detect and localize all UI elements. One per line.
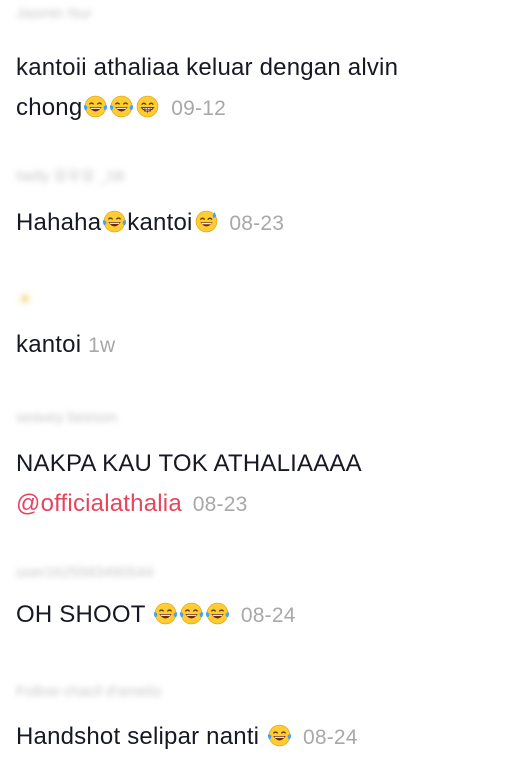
comment-timestamp: 08-24 bbox=[240, 604, 296, 627]
comment-timestamp: 08-24 bbox=[302, 726, 358, 749]
tears-of-joy-emoji-icon bbox=[83, 92, 108, 132]
tears-of-joy-emoji-icon bbox=[109, 92, 134, 132]
comment-username[interactable]: Nelly 유우유 _08 bbox=[16, 167, 496, 187]
comment-text: NAKPA KAU TOK ATHALIAAAA bbox=[16, 450, 362, 477]
comment-username[interactable]: Follow chacil d'amelio bbox=[16, 682, 496, 702]
comment-item[interactable]: Jasmin Nur kantoii athaliaa keluar denga… bbox=[16, 4, 496, 132]
comment-username[interactable]: ☀ bbox=[16, 290, 496, 310]
comment-body: Hahaha kantoi 08-23 bbox=[16, 203, 496, 247]
comment-text: kantoi bbox=[127, 209, 193, 236]
grinning-sweat-emoji-icon bbox=[194, 207, 219, 247]
comment-item[interactable]: user1625583490544 OH SHOOT 08-24 bbox=[16, 563, 496, 639]
tears-of-joy-emoji-icon bbox=[153, 599, 178, 639]
comment-body: OH SHOOT 08-24 bbox=[16, 595, 496, 639]
grinning-face-emoji-icon bbox=[135, 92, 160, 132]
comment-body: kantoi 1w bbox=[16, 325, 496, 366]
comments-screen: { "comments": [ { "username": "Jasmin Nu… bbox=[0, 0, 506, 763]
tears-of-joy-emoji-icon bbox=[179, 599, 204, 639]
comment-text: chong bbox=[16, 94, 83, 121]
mention-link[interactable]: @officialathalia bbox=[16, 490, 182, 517]
tears-of-joy-emoji-icon bbox=[102, 207, 127, 247]
tears-of-joy-emoji-icon bbox=[267, 721, 292, 761]
comment-item[interactable]: seavey beeson NAKPA KAU TOK ATHALIAAAA @… bbox=[16, 408, 496, 525]
comment-text: Handshot selipar nanti bbox=[16, 723, 267, 750]
comment-body: kantoii athaliaa keluar dengan alvin cho… bbox=[16, 48, 496, 132]
comment-item[interactable]: Follow chacil d'amelio Handshot selipar … bbox=[16, 682, 496, 761]
comment-body: NAKPA KAU TOK ATHALIAAAA @officialathali… bbox=[16, 444, 496, 525]
comment-username[interactable]: user1625583490544 bbox=[16, 563, 496, 583]
comment-body: Handshot selipar nanti 08-24 bbox=[16, 717, 496, 761]
comment-text: OH SHOOT bbox=[16, 601, 153, 628]
comment-text: kantoi bbox=[16, 331, 82, 358]
comment-text: kantoii athaliaa keluar dengan alvin bbox=[16, 54, 399, 81]
comment-text: Hahaha bbox=[16, 209, 102, 236]
comment-username[interactable]: seavey beeson bbox=[16, 408, 496, 428]
comment-username[interactable]: Jasmin Nur bbox=[16, 4, 496, 24]
comment-timestamp: 09-12 bbox=[171, 97, 226, 120]
comment-item[interactable]: ☀ kantoi 1w bbox=[16, 290, 496, 366]
comment-timestamp: 08-23 bbox=[229, 212, 285, 235]
comment-timestamp: 1w bbox=[88, 334, 116, 357]
comment-timestamp: 08-23 bbox=[192, 493, 248, 516]
comment-item[interactable]: Nelly 유우유 _08 Hahaha kantoi 08-23 bbox=[16, 167, 496, 247]
tears-of-joy-emoji-icon bbox=[205, 599, 230, 639]
